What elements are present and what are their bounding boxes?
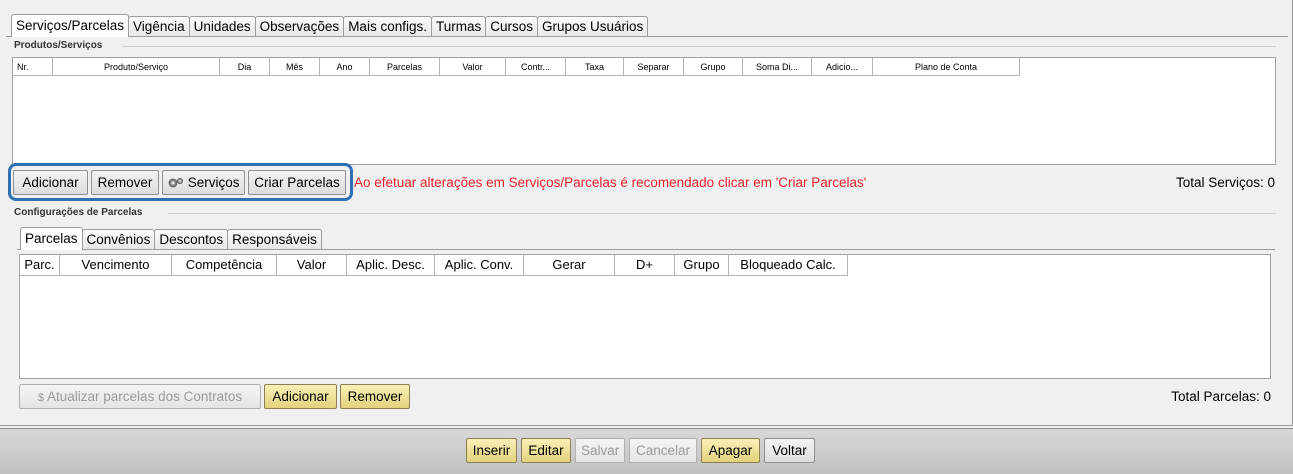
col-contr[interactable]: Contr... <box>506 58 566 76</box>
produtos-table[interactable]: Nr. Produto/Serviço Dia Mês Ano Parcelas… <box>12 57 1276 165</box>
col-gerar[interactable]: Gerar <box>524 255 615 276</box>
parcelas-buttons: $ Atualizar parcelas dos Contratos Adici… <box>19 384 410 409</box>
adicionar-parcela-button[interactable]: Adicionar <box>264 384 337 409</box>
remover-servico-button[interactable]: Remover <box>91 170 159 195</box>
atualizar-parcelas-button[interactable]: $ Atualizar parcelas dos Contratos <box>19 384 261 409</box>
tab-cursos[interactable]: Cursos <box>485 16 538 37</box>
salvar-button[interactable]: Salvar <box>575 438 625 463</box>
servicos-button[interactable]: Serviços <box>162 170 245 195</box>
remover-parcela-button[interactable]: Remover <box>340 384 410 409</box>
col-soma-di[interactable]: Soma Di... <box>743 58 812 76</box>
action-buttons: Inserir Editar Salvar Cancelar Apagar Vo… <box>466 438 815 463</box>
tab-vigencia[interactable]: Vigência <box>128 16 190 37</box>
tab-divider <box>17 249 1275 250</box>
parcelas-group-title: Configurações de Parcelas <box>14 207 143 218</box>
col-vencimento[interactable]: Vencimento <box>60 255 172 276</box>
col-parc[interactable]: Parc. <box>20 255 60 276</box>
voltar-button[interactable]: Voltar <box>764 438 815 463</box>
tab-descontos[interactable]: Descontos <box>154 229 229 250</box>
tab-servicos-parcelas[interactable]: Serviços/Parcelas <box>11 14 130 37</box>
total-parcelas: Total Parcelas: 0 <box>1171 389 1271 404</box>
col-taxa[interactable]: Taxa <box>566 58 624 76</box>
tab-divider <box>6 36 1288 37</box>
col-grupo[interactable]: Grupo <box>684 58 743 76</box>
tab-mais-configs[interactable]: Mais configs. <box>343 16 432 37</box>
parcelas-table[interactable]: Parc. Vencimento Competência Valor Aplic… <box>19 254 1271 379</box>
tab-turmas[interactable]: Turmas <box>430 16 487 37</box>
tab-unidades[interactable]: Unidades <box>188 16 256 37</box>
tab-observacoes[interactable]: Observações <box>254 16 345 37</box>
col-grupo[interactable]: Grupo <box>675 255 729 276</box>
tab-parcelas[interactable]: Parcelas <box>20 227 83 250</box>
total-servicos: Total Serviços: 0 <box>1175 175 1275 190</box>
cancelar-button[interactable]: Cancelar <box>629 438 697 463</box>
col-adicio[interactable]: Adicio... <box>812 58 873 76</box>
col-nr[interactable]: Nr. <box>13 58 53 76</box>
apagar-button[interactable]: Apagar <box>701 438 760 463</box>
group-divider <box>168 213 1276 214</box>
dollar-refresh-icon: $ <box>37 392 44 404</box>
criar-parcelas-button[interactable]: Criar Parcelas <box>248 170 346 195</box>
tab-responsaveis[interactable]: Responsáveis <box>227 229 322 250</box>
col-d-mais[interactable]: D+ <box>615 255 675 276</box>
col-bloqueado-calc[interactable]: Bloqueado Calc. <box>729 255 848 276</box>
produtos-buttons: Adicionar Remover Serviços Criar Parcela… <box>13 170 346 195</box>
parcelas-table-header: Parc. Vencimento Competência Valor Aplic… <box>20 255 1270 276</box>
editar-button[interactable]: Editar <box>521 438 571 463</box>
col-valor[interactable]: Valor <box>277 255 347 276</box>
col-ano[interactable]: Ano <box>320 58 370 76</box>
parcelas-tabs: Parcelas Convênios Descontos Responsávei… <box>20 227 322 250</box>
col-aplic-desc[interactable]: Aplic. Desc. <box>347 255 435 276</box>
atualizar-label: Atualizar parcelas dos Contratos <box>47 389 243 404</box>
col-valor[interactable]: Valor <box>440 58 506 76</box>
main-tabs: Serviços/Parcelas Vigência Unidades Obse… <box>11 14 649 37</box>
tab-grupos-usuarios[interactable]: Grupos Usuários <box>537 16 649 37</box>
criar-parcelas-warning: Ao efetuar alterações em Serviços/Parcel… <box>354 175 867 190</box>
servicos-label: Serviços <box>187 175 240 190</box>
col-separar[interactable]: Separar <box>624 58 684 76</box>
col-plano-de-conta[interactable]: Plano de Conta <box>873 58 1020 76</box>
col-parcelas[interactable]: Parcelas <box>370 58 440 76</box>
produtos-table-header: Nr. Produto/Serviço Dia Mês Ano Parcelas… <box>13 58 1275 76</box>
col-produto-servico[interactable]: Produto/Serviço <box>53 58 220 76</box>
produtos-group-title: Produtos/Serviços <box>14 40 103 51</box>
inserir-button[interactable]: Inserir <box>466 438 517 463</box>
gears-icon <box>168 175 188 190</box>
col-aplic-conv[interactable]: Aplic. Conv. <box>435 255 524 276</box>
col-competencia[interactable]: Competência <box>172 255 277 276</box>
tab-convenios[interactable]: Convênios <box>81 229 156 250</box>
group-divider <box>122 46 1276 47</box>
adicionar-servico-button[interactable]: Adicionar <box>13 170 88 195</box>
col-mes[interactable]: Mês <box>270 58 320 76</box>
col-dia[interactable]: Dia <box>220 58 270 76</box>
